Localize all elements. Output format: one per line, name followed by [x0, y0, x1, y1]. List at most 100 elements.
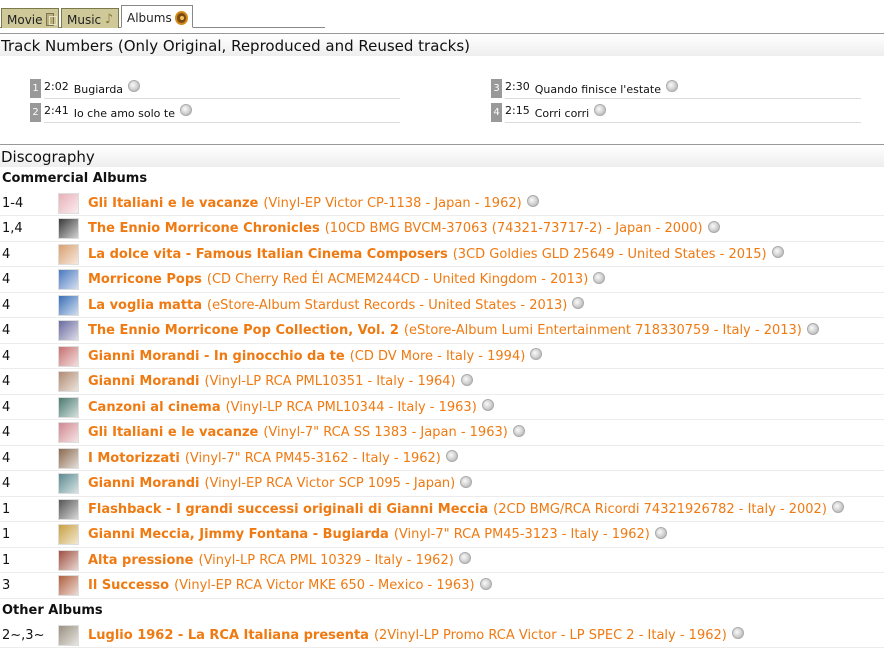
search-icon[interactable]	[771, 246, 784, 258]
album-title-link[interactable]: Flashback - I grandi successi originali …	[88, 502, 488, 517]
album-cover-thumbnail[interactable]	[58, 549, 79, 571]
album-release-info: (2Vinyl-LP Promo RCA Victor - LP SPEC 2 …	[373, 627, 727, 643]
music-note-icon: ♪	[104, 12, 114, 27]
album-cover-thumbnail[interactable]	[58, 498, 79, 520]
album-cover-thumbnail[interactable]	[58, 192, 79, 214]
search-icon[interactable]	[594, 104, 607, 116]
search-icon[interactable]	[512, 424, 525, 437]
album-cover-thumbnail[interactable]	[58, 294, 79, 316]
track-section-header: Track Numbers (Only Original, Reproduced…	[0, 33, 884, 56]
search-icon[interactable]	[731, 627, 744, 639]
album-disc-number: 1-4	[2, 195, 24, 211]
album-title-link[interactable]: Gianni Meccia, Jimmy Fontana - Bugiarda	[88, 527, 389, 542]
album-cover-thumbnail[interactable]	[58, 371, 79, 392]
search-icon[interactable]	[479, 577, 492, 590]
album-cover-thumbnail[interactable]	[58, 320, 79, 341]
album-title-link[interactable]: La dolce vita - Famous Italian Cinema Co…	[88, 247, 448, 262]
track-time: 2:41	[44, 103, 69, 117]
commercial-albums-heading: Commercial Albums	[2, 171, 148, 186]
album-title-link[interactable]: I Motorizzati	[88, 451, 180, 466]
search-icon[interactable]	[831, 501, 844, 513]
search-icon[interactable]	[654, 526, 667, 539]
tab-movie[interactable]: Movie	[1, 8, 59, 28]
search-icon[interactable]	[530, 348, 543, 360]
album-title-link[interactable]: Il Successo	[88, 578, 169, 593]
album-row: 4 The Ennio Morricone Pop Collection, Vol…	[0, 319, 884, 344]
album-title-link[interactable]: Gli Italiani e le vacanze	[88, 425, 258, 440]
album-cover-thumbnail[interactable]	[58, 269, 79, 290]
album-row: 4 Morricone Pops (CD Cherry Red Él ACMEM24…	[0, 268, 884, 293]
album-release-info: (Vinyl-EP RCA Victor SCP 1095 - Japan)	[204, 476, 456, 491]
album-disc-number: 4	[2, 399, 11, 415]
album-title-link[interactable]: Luglio 1962 - La RCA Italiana presenta	[88, 628, 369, 643]
search-icon[interactable]	[458, 552, 471, 564]
album-disc-number: 4	[2, 476, 11, 491]
search-icon[interactable]	[445, 450, 458, 462]
tab-movie-label: Movie	[7, 12, 43, 27]
album-row: 4 Gli Italiani e le vacanze (Vinyl-7" RCA …	[0, 421, 884, 446]
tab-music[interactable]: Music ♪	[61, 8, 119, 28]
album-cover-thumbnail[interactable]	[58, 243, 79, 265]
album-title-link[interactable]: The Ennio Morricone Pop Collection, Vol.…	[88, 323, 399, 338]
search-icon[interactable]	[572, 297, 585, 309]
track-divider	[44, 98, 400, 99]
album-disc-number: 4	[2, 374, 11, 389]
tab-albums[interactable]: Albums	[121, 5, 193, 28]
search-icon[interactable]	[128, 80, 141, 92]
album-disc-number: 4	[2, 246, 11, 262]
album-title-link[interactable]: Alta pressione	[88, 553, 194, 568]
album-cover-thumbnail[interactable]	[58, 624, 79, 646]
track-time: 2:30	[505, 79, 530, 93]
album-cover-thumbnail[interactable]	[58, 396, 79, 418]
album-disc-number: 4	[2, 348, 11, 364]
album-release-info: (Vinyl-LP RCA PML10351 - Italy - 1964)	[204, 374, 456, 389]
album-disc-number: 1	[2, 527, 11, 542]
album-cover-thumbnail[interactable]	[58, 218, 79, 239]
album-row: 4 Gianni Morandi - In ginocchio da te (CD …	[0, 344, 884, 369]
album-cover-thumbnail[interactable]	[58, 345, 79, 367]
album-release-info: (Vinyl-LP RCA PML10344 - Italy - 1963)	[225, 399, 477, 415]
album-row: 1 Alta pressione (Vinyl-LP RCA PML 10329 -…	[0, 548, 884, 573]
album-disc-number: 3	[2, 578, 11, 593]
album-title-link[interactable]: Gianni Morandi - In ginocchio da te	[88, 349, 345, 364]
album-cover-thumbnail[interactable]	[58, 422, 79, 443]
search-icon[interactable]	[179, 104, 192, 116]
album-release-info: (CD DV More - Italy - 1994)	[349, 348, 526, 364]
album-title-link[interactable]: Gli Italiani e le vacanze	[88, 196, 258, 211]
search-icon[interactable]	[707, 220, 720, 233]
search-icon[interactable]	[593, 271, 606, 284]
track-item: 1 2:02 Bugiarda	[30, 78, 400, 99]
album-cover-thumbnail[interactable]	[58, 447, 79, 469]
album-disc-number: 2~,3~	[2, 627, 45, 643]
track-divider	[505, 98, 861, 99]
track-number: 4	[491, 102, 502, 122]
album-row: 1 Gianni Meccia, Jimmy Fontana - Bugiarda…	[0, 523, 884, 548]
album-cover-thumbnail[interactable]	[58, 575, 79, 596]
album-release-info: (Vinyl-7" RCA PM45-3162 - Italy - 1962)	[184, 450, 441, 466]
album-release-info: (10CD BMG BVCM-37063 (74321-73717-2) - J…	[324, 221, 703, 236]
track-number: 3	[491, 78, 502, 98]
track-time: 2:02	[44, 79, 69, 93]
track-item: 3 2:30 Quando finisce l'estate	[491, 78, 861, 99]
album-release-info: (eStore-Album Lumi Entertainment 7183307…	[403, 323, 802, 338]
search-icon[interactable]	[481, 399, 494, 411]
album-title-link[interactable]: La voglia matta	[88, 298, 202, 313]
album-title-link[interactable]: The Ennio Morricone Chronicles	[88, 221, 320, 236]
search-icon[interactable]	[526, 195, 539, 207]
search-icon[interactable]	[665, 80, 678, 92]
album-cover-thumbnail[interactable]	[58, 473, 79, 494]
search-icon[interactable]	[460, 475, 473, 488]
album-title-link[interactable]: Morricone Pops	[88, 272, 202, 287]
album-release-info: (Vinyl-EP Victor CP-1138 - Japan - 1962)	[263, 195, 522, 211]
search-icon[interactable]	[460, 373, 473, 386]
album-title-link[interactable]: Canzoni al cinema	[88, 400, 221, 415]
album-cover-thumbnail[interactable]	[58, 524, 79, 545]
album-title-link[interactable]: Gianni Morandi	[88, 476, 199, 491]
album-row: 1-4 Gli Italiani e le vacanze (Vinyl-EP Vi…	[0, 191, 884, 216]
track-item: 2 2:41 Io che amo solo te	[30, 102, 400, 123]
album-row: 4 I Motorizzati (Vinyl-7" RCA PM45-3162 - …	[0, 446, 884, 471]
album-title-link[interactable]: Gianni Morandi	[88, 374, 199, 389]
album-disc-number: 4	[2, 425, 11, 440]
search-icon[interactable]	[806, 322, 819, 335]
other-albums-heading: Other Albums	[2, 603, 103, 618]
